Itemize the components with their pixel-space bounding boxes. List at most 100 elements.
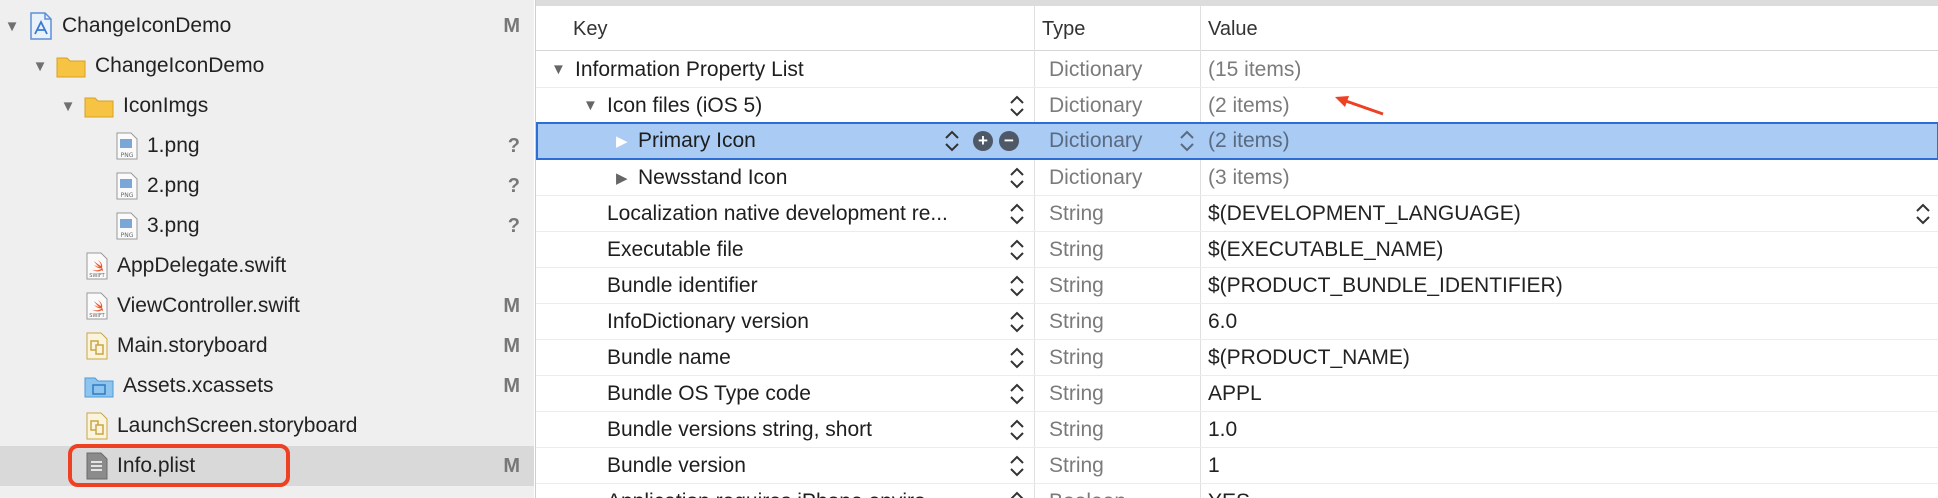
- add-row-icon[interactable]: +: [973, 131, 993, 151]
- key-stepper-icon[interactable]: [1008, 381, 1026, 407]
- plist-row[interactable]: InfoDictionary version String 6.0: [536, 304, 1938, 340]
- svg-text:SWIFT: SWIFT: [89, 313, 105, 319]
- disclosure-open-icon[interactable]: ▼: [30, 58, 50, 75]
- plist-value: $(DEVELOPMENT_LANGUAGE): [1208, 202, 1521, 225]
- project-navigator: ▼ ChangeIconDemo M ▼ ChangeIconDemo ▼ Ic…: [0, 0, 534, 498]
- plist-row[interactable]: Bundle OS Type code String APPL: [536, 376, 1938, 412]
- plist-value: 6.0: [1208, 310, 1238, 333]
- plist-row[interactable]: Bundle name String $(PRODUCT_NAME): [536, 340, 1938, 376]
- key-stepper-icon[interactable]: [1008, 237, 1026, 263]
- key-stepper-icon[interactable]: [1008, 345, 1026, 371]
- nav-item-group[interactable]: ▼ ChangeIconDemo: [0, 46, 534, 86]
- key-stepper-icon[interactable]: [1008, 489, 1026, 498]
- nav-item-file[interactable]: PNG 3.png ?: [0, 206, 534, 246]
- plist-type: Dictionary: [1049, 166, 1143, 189]
- nav-item-project[interactable]: ▼ ChangeIconDemo M: [0, 6, 534, 46]
- key-stepper-icon[interactable]: [1008, 201, 1026, 227]
- plist-row[interactable]: ▼ Icon files (iOS 5) Dictionary (2 items…: [536, 88, 1938, 124]
- plist-type: Dictionary: [1049, 58, 1143, 81]
- scm-status-badge: ?: [507, 174, 520, 197]
- plist-value: (15 items): [1208, 58, 1302, 81]
- plist-key: Bundle OS Type code: [607, 382, 811, 405]
- nav-item-file[interactable]: PNG 1.png ?: [0, 126, 534, 166]
- folder-icon: [84, 94, 114, 118]
- scm-status-badge: ?: [507, 134, 520, 157]
- plist-type: String: [1049, 454, 1104, 477]
- plist-type: Dictionary: [1049, 94, 1143, 117]
- nav-item-iconimgs[interactable]: ▼ IconImgs: [0, 86, 534, 126]
- asset-catalog-icon: [84, 374, 114, 398]
- disclosure-open-icon[interactable]: ▼: [2, 18, 22, 35]
- disclosure-open-icon[interactable]: ▼: [551, 61, 566, 78]
- plist-key: Localization native development re...: [607, 202, 948, 225]
- folder-icon: [56, 54, 86, 78]
- nav-item-file[interactable]: Main.storyboard M: [0, 326, 534, 366]
- scm-status-badge: M: [503, 454, 520, 477]
- column-header-key[interactable]: Key: [573, 18, 607, 41]
- key-stepper-icon[interactable]: [1008, 453, 1026, 479]
- column-header-type[interactable]: Type: [1042, 18, 1085, 41]
- disclosure-open-icon[interactable]: ▼: [583, 97, 598, 114]
- nav-item-label: ChangeIconDemo: [95, 54, 265, 77]
- value-popup-icon[interactable]: [1914, 201, 1932, 227]
- plist-row[interactable]: ▼ Information Property List Dictionary (…: [536, 52, 1938, 88]
- nav-item-file[interactable]: Assets.xcassets M: [0, 366, 534, 406]
- remove-row-icon[interactable]: −: [999, 131, 1019, 151]
- key-stepper-icon[interactable]: [1008, 165, 1026, 191]
- nav-item-file[interactable]: SWIFT ViewController.swift M: [0, 286, 534, 326]
- plist-key: Icon files (iOS 5): [607, 94, 763, 117]
- column-header-value[interactable]: Value: [1208, 18, 1258, 41]
- key-stepper-icon[interactable]: [1008, 417, 1026, 443]
- column-header-bar: Key Type Value: [536, 6, 1938, 51]
- plist-type: String: [1049, 382, 1104, 405]
- plist-row[interactable]: Bundle identifier String $(PRODUCT_BUNDL…: [536, 268, 1938, 304]
- nav-item-file[interactable]: SWIFT AppDelegate.swift: [0, 246, 534, 286]
- nav-item-file[interactable]: LaunchScreen.storyboard: [0, 406, 534, 446]
- disclosure-closed-icon[interactable]: ▶: [616, 169, 628, 187]
- key-stepper-icon[interactable]: [943, 128, 961, 154]
- plist-row-selected[interactable]: ▶ Primary Icon + − Dictionary (2 items): [536, 122, 1938, 160]
- nav-item-label: 1.png: [147, 134, 200, 157]
- plist-row[interactable]: Application requires iPhone enviro... Bo…: [536, 484, 1938, 498]
- scm-status-badge: M: [503, 14, 520, 37]
- disclosure-open-icon[interactable]: ▼: [58, 98, 78, 115]
- plist-type: String: [1049, 310, 1104, 333]
- nav-item-label: AppDelegate.swift: [117, 254, 287, 277]
- nav-item-file[interactable]: PNG 2.png ?: [0, 166, 534, 206]
- storyboard-icon: [86, 332, 108, 360]
- plist-row[interactable]: Bundle version String 1: [536, 448, 1938, 484]
- plist-type: String: [1049, 274, 1104, 297]
- nav-item-label: ChangeIconDemo: [62, 14, 232, 37]
- svg-text:PNG: PNG: [121, 192, 134, 199]
- svg-text:PNG: PNG: [121, 232, 134, 239]
- type-stepper-icon[interactable]: [1178, 128, 1196, 154]
- swift-file-icon: SWIFT: [86, 292, 108, 320]
- plist-value: YES: [1208, 490, 1250, 498]
- nav-item-label: LaunchScreen.storyboard: [117, 414, 358, 437]
- disclosure-closed-icon[interactable]: ▶: [616, 132, 628, 150]
- plist-type: String: [1049, 238, 1104, 261]
- plist-key: Executable file: [607, 238, 744, 261]
- plist-value: (3 items): [1208, 166, 1290, 189]
- svg-text:PNG: PNG: [121, 152, 134, 159]
- plist-row[interactable]: Executable file String $(EXECUTABLE_NAME…: [536, 232, 1938, 268]
- nav-item-label: IconImgs: [123, 94, 209, 117]
- plist-value: $(EXECUTABLE_NAME): [1208, 238, 1444, 261]
- plist-row[interactable]: ▶ Newsstand Icon Dictionary (3 items): [536, 160, 1938, 196]
- plist-key: Bundle versions string, short: [607, 418, 872, 441]
- plist-type: String: [1049, 202, 1104, 225]
- plist-key: Bundle identifier: [607, 274, 758, 297]
- plist-key: InfoDictionary version: [607, 310, 809, 333]
- key-stepper-icon[interactable]: [1008, 93, 1026, 119]
- plist-row[interactable]: Bundle versions string, short String 1.0: [536, 412, 1938, 448]
- plist-key: Primary Icon: [638, 129, 756, 152]
- plist-row[interactable]: Localization native development re... St…: [536, 196, 1938, 232]
- key-stepper-icon[interactable]: [1008, 273, 1026, 299]
- plist-value: 1.0: [1208, 418, 1238, 441]
- project-icon: [29, 12, 53, 40]
- nav-item-label: Assets.xcassets: [123, 374, 274, 397]
- png-file-icon: PNG: [116, 212, 138, 240]
- key-stepper-icon[interactable]: [1008, 309, 1026, 335]
- plist-type: Dictionary: [1049, 129, 1143, 152]
- plist-value: $(PRODUCT_NAME): [1208, 346, 1410, 369]
